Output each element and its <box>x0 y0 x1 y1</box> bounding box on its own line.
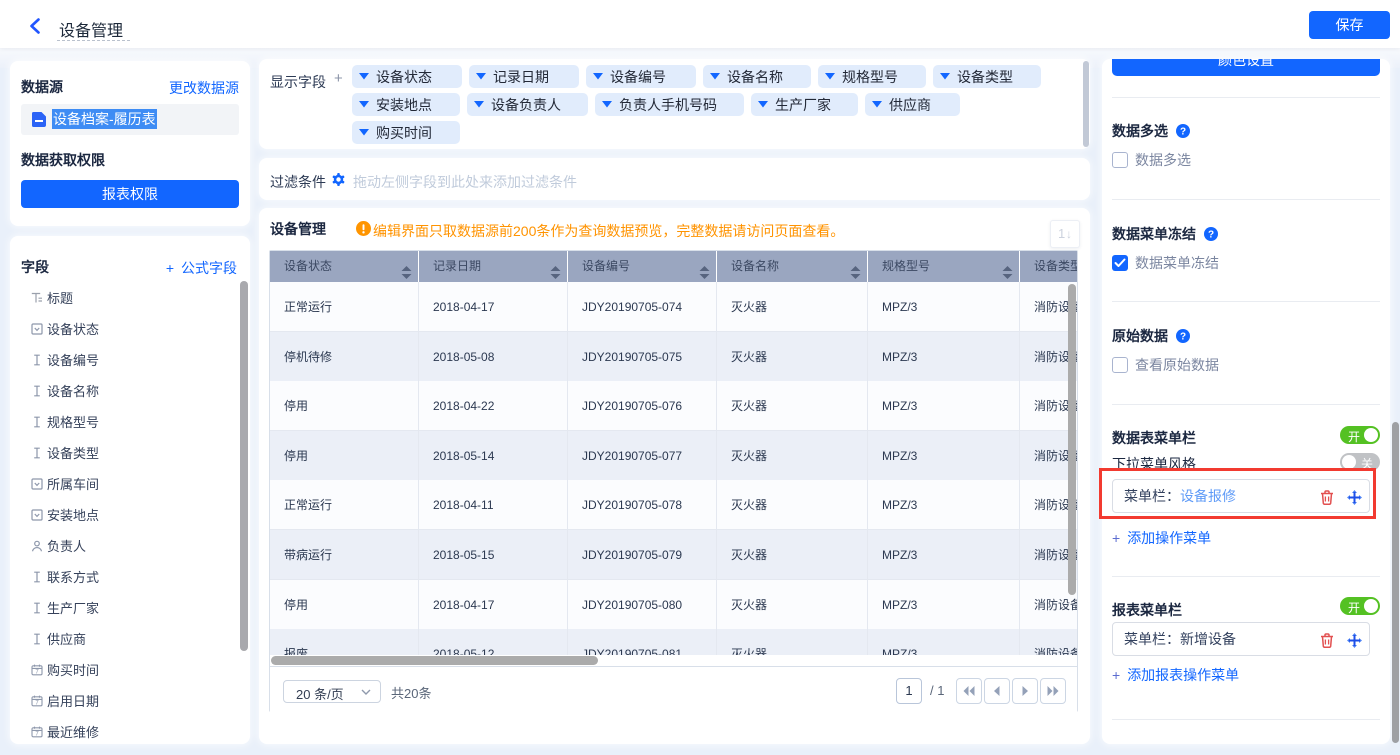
svg-text:?: ? <box>1208 230 1214 241</box>
svg-text:?: ? <box>1180 332 1186 343</box>
svg-text:?: ? <box>1180 127 1186 138</box>
